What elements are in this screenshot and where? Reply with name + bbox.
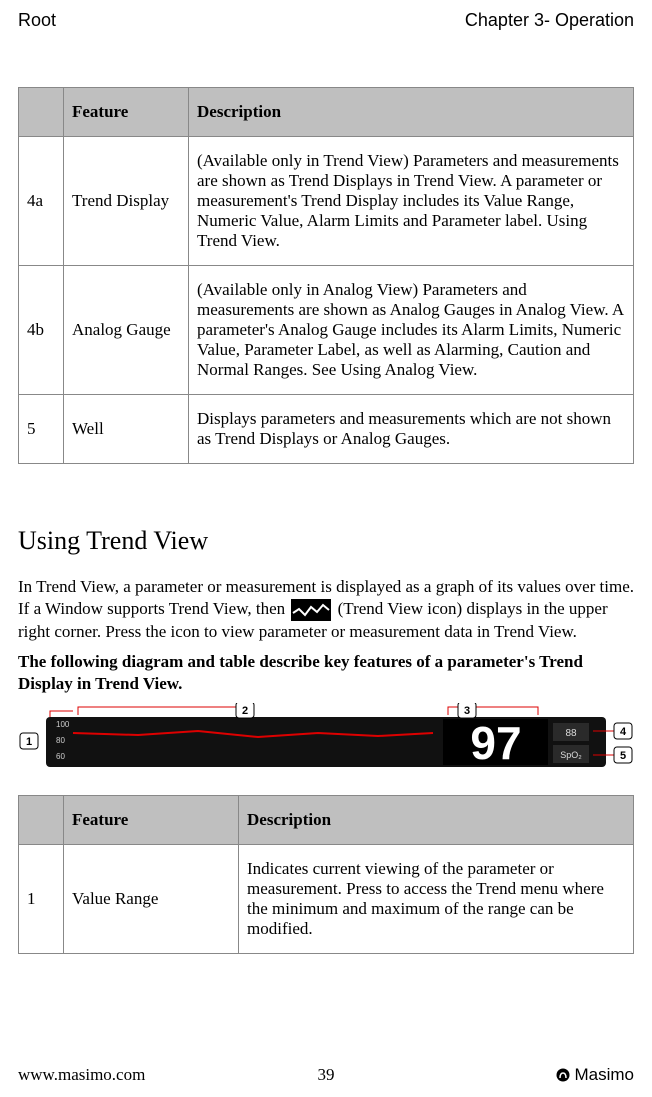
col-num-header (19, 796, 64, 845)
callout-1: 1 (26, 736, 32, 748)
row-num: 4b (19, 266, 64, 395)
row-description: (Available only in Trend View) Parameter… (189, 137, 634, 266)
callout-4: 4 (620, 726, 627, 738)
col-description-header: Description (239, 796, 634, 845)
table-row: 4a Trend Display (Available only in Tren… (19, 137, 634, 266)
header-chapter: Chapter 3- Operation (465, 10, 634, 31)
col-feature-header: Feature (64, 88, 189, 137)
row-feature: Well (64, 395, 189, 464)
section-title: Using Trend View (18, 526, 634, 556)
row-feature: Trend Display (64, 137, 189, 266)
ytick-60: 60 (56, 752, 65, 761)
header-product: Root (18, 10, 56, 31)
big-number: 97 (470, 717, 521, 769)
alarm-limit: 88 (565, 728, 577, 739)
row-description: (Available only in Analog View) Paramete… (189, 266, 634, 395)
row-description: Displays parameters and measurements whi… (189, 395, 634, 464)
trend-view-icon (291, 599, 331, 621)
col-num-header (19, 88, 64, 137)
callout-5: 5 (620, 750, 626, 762)
intro-paragraph: In Trend View, a parameter or measuremen… (18, 576, 634, 643)
callout-3: 3 (464, 705, 470, 717)
row-feature: Value Range (64, 845, 239, 954)
table-row: 5 Well Displays parameters and measureme… (19, 395, 634, 464)
diagram-lead-in: The following diagram and table describe… (18, 651, 634, 695)
ytick-100: 100 (56, 720, 70, 729)
row-description: Indicates current viewing of the paramet… (239, 845, 634, 954)
page-number: 39 (318, 1065, 335, 1085)
features-table-1: Feature Description 4a Trend Display (Av… (18, 87, 634, 464)
brand-logo: Masimo (556, 1065, 634, 1085)
table-row: 4b Analog Gauge (Available only in Analo… (19, 266, 634, 395)
row-num: 4a (19, 137, 64, 266)
param-label: SpO₂ (560, 750, 582, 760)
ytick-80: 80 (56, 736, 65, 745)
masimo-bullet-icon (556, 1068, 570, 1082)
callout-2: 2 (242, 705, 248, 717)
footer-url: www.masimo.com (18, 1065, 145, 1085)
table-row: 1 Value Range Indicates current viewing … (19, 845, 634, 954)
row-num: 1 (19, 845, 64, 954)
trend-display-diagram: 100 80 60 97 88 SpO₂ 1 2 (18, 703, 634, 781)
features-table-2: Feature Description 1 Value Range Indica… (18, 795, 634, 954)
col-feature-header: Feature (64, 796, 239, 845)
col-description-header: Description (189, 88, 634, 137)
row-num: 5 (19, 395, 64, 464)
row-feature: Analog Gauge (64, 266, 189, 395)
brand-text: Masimo (574, 1065, 634, 1085)
